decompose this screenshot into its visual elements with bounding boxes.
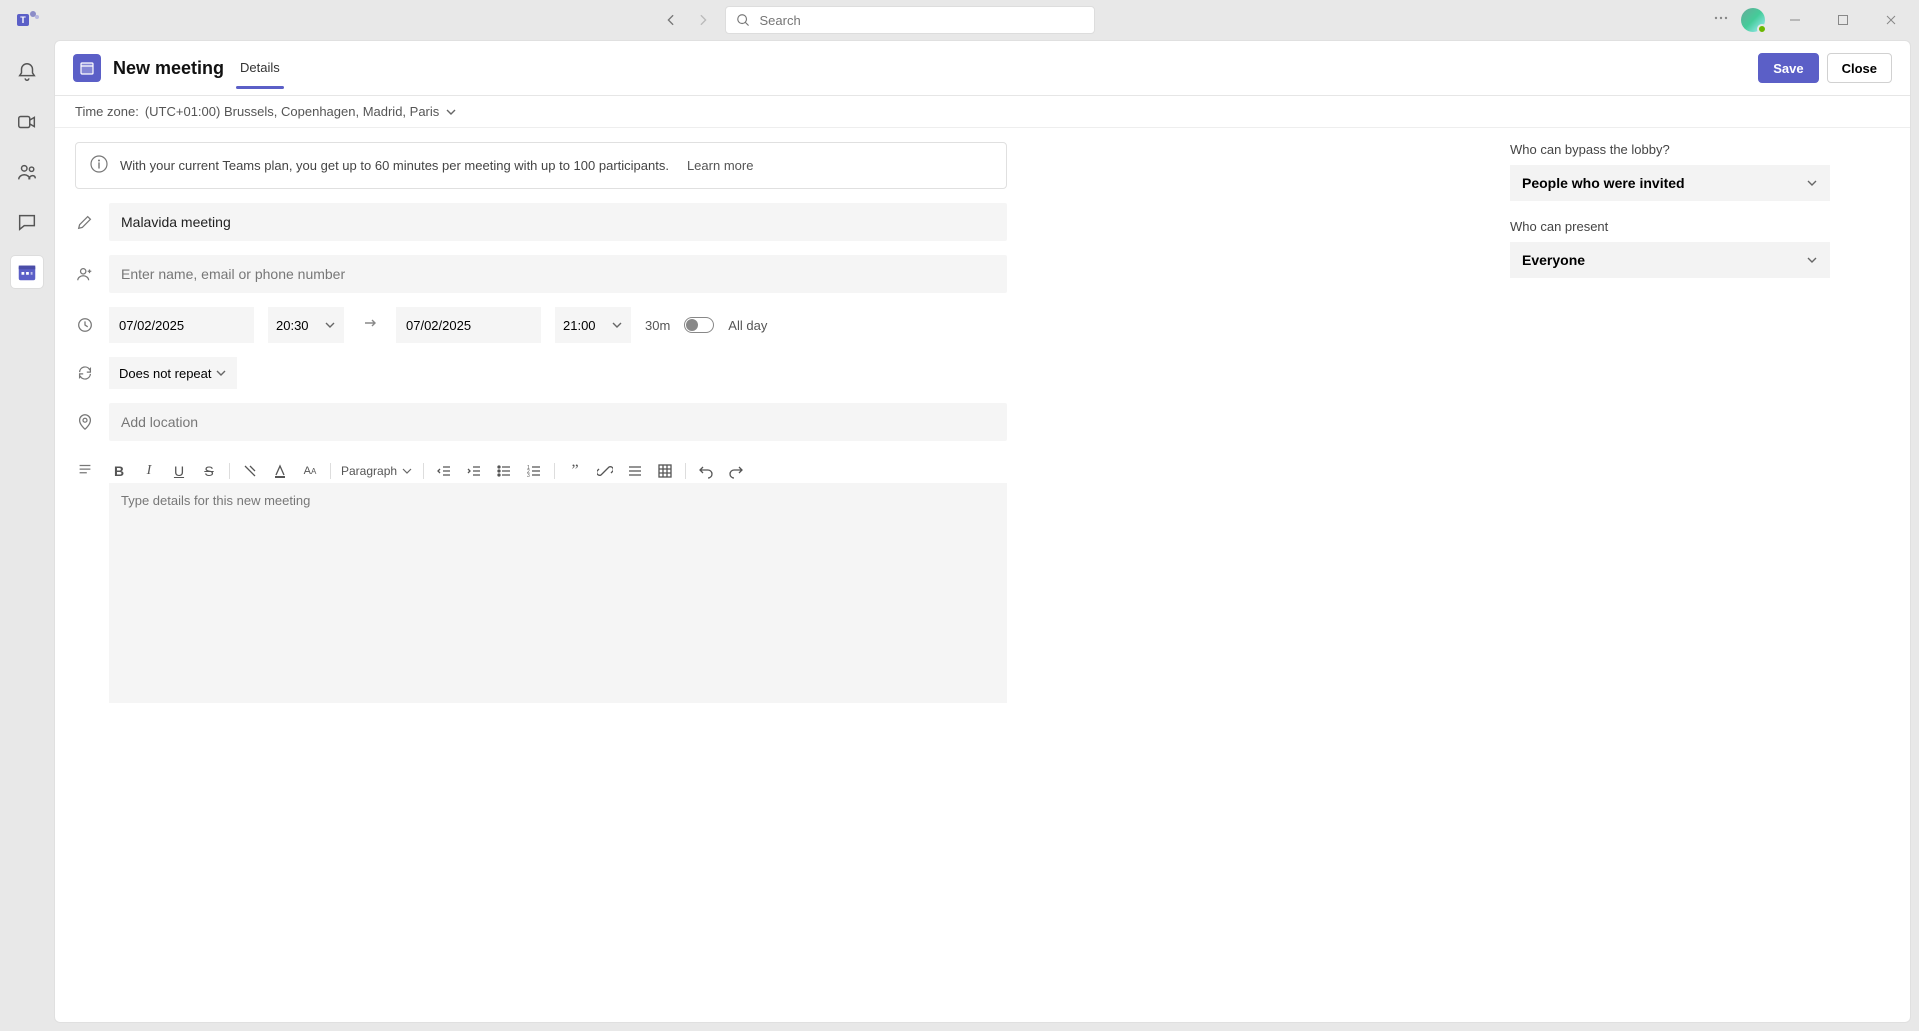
chevron-down-icon bbox=[445, 106, 457, 118]
window-close-button[interactable] bbox=[1873, 6, 1909, 34]
outdent-button[interactable] bbox=[434, 461, 454, 481]
bypass-lobby-label: Who can bypass the lobby? bbox=[1510, 142, 1830, 157]
all-day-label: All day bbox=[728, 318, 767, 333]
people-add-icon bbox=[75, 265, 95, 283]
bold-button[interactable]: B bbox=[109, 461, 129, 481]
plan-info-banner: With your current Teams plan, you get up… bbox=[75, 142, 1007, 189]
recurrence-label: Does not repeat bbox=[119, 366, 212, 381]
chevron-down-icon bbox=[324, 319, 336, 331]
font-color-button[interactable] bbox=[270, 461, 290, 481]
chevron-down-icon bbox=[215, 367, 227, 379]
left-rail bbox=[0, 40, 54, 1031]
who-can-present-value: Everyone bbox=[1522, 252, 1585, 268]
end-time-label: 21:00 bbox=[563, 318, 596, 333]
clock-icon bbox=[75, 316, 95, 334]
rail-calendar[interactable] bbox=[11, 256, 43, 288]
search-input[interactable] bbox=[760, 13, 1084, 28]
all-day-toggle[interactable] bbox=[684, 317, 714, 333]
page-header: New meeting Details Save Close bbox=[55, 41, 1910, 96]
separator bbox=[554, 463, 555, 479]
start-date-input[interactable] bbox=[109, 307, 254, 343]
timezone-row[interactable]: Time zone: (UTC+01:00) Brussels, Copenha… bbox=[55, 96, 1910, 128]
timezone-label: (UTC+01:00) Brussels, Copenhagen, Madrid… bbox=[145, 104, 439, 119]
rail-chat[interactable] bbox=[11, 206, 43, 238]
italic-button[interactable]: I bbox=[139, 461, 159, 481]
save-button[interactable]: Save bbox=[1758, 53, 1818, 83]
content-card: New meeting Details Save Close Time zone… bbox=[54, 40, 1911, 1023]
form-left: With your current Teams plan, you get up… bbox=[55, 128, 1015, 1022]
page-title: New meeting bbox=[113, 58, 224, 79]
calendar-event-icon bbox=[73, 54, 101, 82]
attendees-input[interactable] bbox=[109, 255, 1007, 293]
start-time-select[interactable]: 20:30 bbox=[268, 307, 344, 343]
tab-details[interactable]: Details bbox=[236, 60, 284, 89]
svg-text:T: T bbox=[20, 15, 26, 25]
location-input[interactable] bbox=[109, 403, 1007, 441]
highlight-button[interactable] bbox=[240, 461, 260, 481]
banner-text: With your current Teams plan, you get up… bbox=[120, 158, 669, 173]
editor-toolbar: B I U S AA Paragraph bbox=[109, 455, 1007, 483]
details-editor[interactable]: Type details for this new meeting bbox=[109, 483, 1007, 703]
separator bbox=[685, 463, 686, 479]
rail-activity[interactable] bbox=[11, 56, 43, 88]
who-can-present-label: Who can present bbox=[1510, 219, 1830, 234]
more-options-icon[interactable] bbox=[1713, 10, 1729, 31]
svg-text:3: 3 bbox=[527, 473, 530, 479]
end-time-select[interactable]: 21:00 bbox=[555, 307, 631, 343]
chevron-down-icon bbox=[1806, 177, 1818, 189]
window-minimize-button[interactable] bbox=[1777, 6, 1813, 34]
info-icon bbox=[90, 155, 108, 176]
nav-back-button[interactable] bbox=[659, 8, 683, 32]
recurrence-select[interactable]: Does not repeat bbox=[109, 357, 237, 389]
redo-button[interactable] bbox=[726, 461, 746, 481]
paragraph-style-label: Paragraph bbox=[341, 464, 397, 478]
nav-forward-button bbox=[691, 8, 715, 32]
avatar[interactable] bbox=[1741, 8, 1765, 32]
pencil-icon bbox=[75, 213, 95, 231]
start-time-label: 20:30 bbox=[276, 318, 309, 333]
titlebar: T bbox=[0, 0, 1919, 40]
repeat-icon bbox=[75, 364, 95, 382]
quote-button[interactable]: ” bbox=[565, 461, 585, 481]
separator bbox=[330, 463, 331, 479]
timezone-prefix: Time zone: bbox=[75, 104, 139, 119]
close-button[interactable]: Close bbox=[1827, 53, 1892, 83]
chevron-down-icon bbox=[1806, 254, 1818, 266]
rail-meet[interactable] bbox=[11, 106, 43, 138]
teams-app-icon: T bbox=[16, 8, 40, 32]
undo-button[interactable] bbox=[696, 461, 716, 481]
strike-button[interactable]: S bbox=[199, 461, 219, 481]
location-icon bbox=[75, 413, 95, 431]
bypass-lobby-select[interactable]: People who were invited bbox=[1510, 165, 1830, 201]
bypass-lobby-value: People who were invited bbox=[1522, 175, 1685, 191]
description-icon bbox=[75, 461, 95, 479]
separator bbox=[423, 463, 424, 479]
bulleted-list-button[interactable] bbox=[494, 461, 514, 481]
separator bbox=[229, 463, 230, 479]
search-icon bbox=[736, 13, 750, 27]
chevron-down-icon bbox=[401, 465, 413, 477]
meeting-title-input[interactable] bbox=[109, 203, 1007, 241]
learn-more-link[interactable]: Learn more bbox=[687, 158, 753, 173]
table-button[interactable] bbox=[655, 461, 675, 481]
underline-button[interactable]: U bbox=[169, 461, 189, 481]
presence-badge bbox=[1757, 24, 1767, 34]
chevron-down-icon bbox=[611, 319, 623, 331]
duration-label: 30m bbox=[645, 318, 670, 333]
link-button[interactable] bbox=[595, 461, 615, 481]
end-date-input[interactable] bbox=[396, 307, 541, 343]
font-size-button[interactable]: AA bbox=[300, 461, 320, 481]
indent-button[interactable] bbox=[464, 461, 484, 481]
search-bar[interactable] bbox=[725, 6, 1095, 34]
hr-button[interactable] bbox=[625, 461, 645, 481]
arrow-right-icon bbox=[358, 315, 382, 336]
rail-community[interactable] bbox=[11, 156, 43, 188]
window-maximize-button[interactable] bbox=[1825, 6, 1861, 34]
numbered-list-button[interactable]: 123 bbox=[524, 461, 544, 481]
meeting-options-panel: Who can bypass the lobby? People who wer… bbox=[1490, 128, 1910, 1022]
paragraph-style-select[interactable]: Paragraph bbox=[341, 464, 413, 478]
who-can-present-select[interactable]: Everyone bbox=[1510, 242, 1830, 278]
